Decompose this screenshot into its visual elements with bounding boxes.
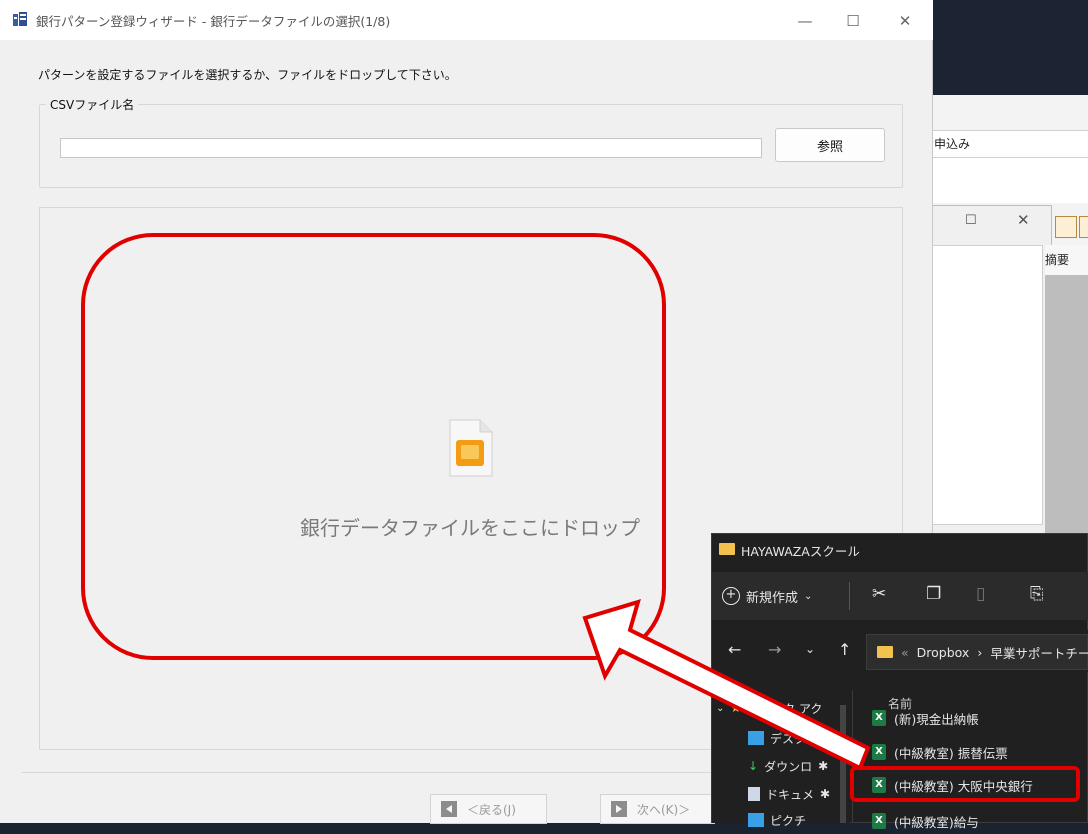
maximize-icon[interactable]: ☐ <box>838 8 868 34</box>
download-icon: ↓ <box>748 759 759 773</box>
pin-icon: ✱ <box>820 787 831 801</box>
app-icon <box>12 11 28 27</box>
file-row[interactable]: X (新)現金出納帳 <box>872 705 979 731</box>
folder-icon <box>719 543 735 555</box>
document-icon <box>748 787 760 801</box>
nav-item-label: クイック アク <box>747 701 823 716</box>
excel-file-icon: X <box>872 710 886 726</box>
back-button-label: ＜戻る(J) <box>467 802 516 817</box>
chevron-down-icon[interactable]: ⌄ <box>805 642 815 656</box>
pin-icon: ✱ <box>824 731 835 745</box>
desktop-icon <box>748 731 764 745</box>
folder-icon <box>877 646 893 658</box>
background-app-menu: お申込み <box>922 130 1088 158</box>
pin-icon: ✱ <box>818 759 829 773</box>
rename-icon[interactable]: ⎘ <box>1030 584 1044 604</box>
background-grid-header-label: 摘要 <box>1045 253 1070 267</box>
background-grid-body <box>1045 275 1088 535</box>
breadcrumb-item[interactable]: Dropbox <box>917 645 970 660</box>
back-arrow-icon <box>441 801 457 817</box>
file-icon <box>446 418 494 478</box>
csv-file-input[interactable] <box>60 138 762 158</box>
csv-file-label: CSVファイル名 <box>46 96 139 113</box>
breadcrumb-overflow[interactable]: « <box>901 645 909 660</box>
close-icon[interactable]: ✕ <box>890 8 920 34</box>
paste-icon[interactable]: ▯ <box>976 584 985 604</box>
explorer-title: HAYAWAZAスクール <box>741 544 860 559</box>
copy-icon[interactable]: ❐ <box>926 584 941 604</box>
plus-icon: + <box>722 587 740 605</box>
drop-hint-text: 銀行データファイルをここにドロップ <box>300 516 640 540</box>
maximize-icon[interactable]: ☐ <box>965 213 977 228</box>
nav-item-label: ピクチ <box>770 813 807 828</box>
toolbar-separator <box>849 582 850 610</box>
window-title: 銀行パターン登録ウィザード - 銀行データファイルの選択(1/8) <box>36 14 391 29</box>
background-grid-header: 摘要 <box>1045 245 1088 275</box>
selected-file-highlight <box>850 766 1080 802</box>
next-button[interactable]: 次へ(K)＞ <box>600 794 715 824</box>
back-button[interactable]: ＜戻る(J) <box>430 794 547 824</box>
close-icon[interactable]: ✕ <box>1017 211 1030 229</box>
file-row[interactable]: X (中級教室)給与 <box>872 808 979 834</box>
nav-item-documents[interactable]: ドキュメ ✱ <box>748 782 830 806</box>
next-arrow-icon <box>611 801 627 817</box>
background-dialog-panel <box>930 245 1043 525</box>
nav-item-label: ダウンロ <box>764 759 813 774</box>
file-name: (中級教室) 振替伝票 <box>894 745 1008 761</box>
chevron-down-icon: ⌄ <box>804 590 813 602</box>
chevron-down-icon: ⌄ <box>716 702 725 714</box>
up-arrow-icon[interactable]: ↑ <box>838 640 851 659</box>
nav-item-downloads[interactable]: ↓ ダウンロ ✱ <box>748 754 828 778</box>
nav-item-pictures[interactable]: ピクチ <box>748 808 806 832</box>
new-button-label: 新規作成 <box>746 590 799 606</box>
new-button[interactable]: + 新規作成 ⌄ <box>722 583 812 609</box>
background-toolbar-button[interactable] <box>1079 216 1088 238</box>
file-name: (中級教室)給与 <box>894 814 979 830</box>
breadcrumb-item[interactable]: 早業サポートチー <box>990 643 1088 662</box>
instruction-text: パターンを設定するファイルを選択するか、ファイルをドロップして下さい。 <box>38 68 457 82</box>
cut-icon[interactable]: ✂ <box>872 584 886 604</box>
next-button-label: 次へ(K)＞ <box>637 802 691 817</box>
nav-item-label: ドキュメ <box>766 787 815 802</box>
pane-divider[interactable] <box>852 690 853 823</box>
address-bar[interactable]: « Dropbox › 早業サポートチー <box>866 634 1088 670</box>
breadcrumb-separator: › <box>977 644 983 660</box>
desktop-background <box>930 0 1088 95</box>
background-app-band <box>930 158 1088 203</box>
pictures-icon <box>748 813 764 827</box>
nav-scrollbar[interactable] <box>840 705 846 823</box>
nav-item-desktop[interactable]: デスクト ✱ <box>748 726 834 750</box>
nav-item-quick-access[interactable]: ⌄ ★ クイック アク <box>716 696 822 720</box>
file-name: (新)現金出納帳 <box>894 711 979 727</box>
background-toolbar-button[interactable] <box>1055 216 1077 238</box>
nav-item-label: デスクト <box>770 731 819 746</box>
file-row[interactable]: X (中級教室) 振替伝票 <box>872 739 1008 765</box>
star-icon: ★ <box>730 701 742 715</box>
browse-button[interactable]: 参照 <box>775 128 885 162</box>
forward-arrow-icon[interactable]: → <box>768 640 781 659</box>
minimize-icon[interactable]: — <box>790 8 820 34</box>
excel-file-icon: X <box>872 744 886 760</box>
excel-file-icon: X <box>872 813 886 829</box>
back-arrow-icon[interactable]: ← <box>728 640 741 659</box>
